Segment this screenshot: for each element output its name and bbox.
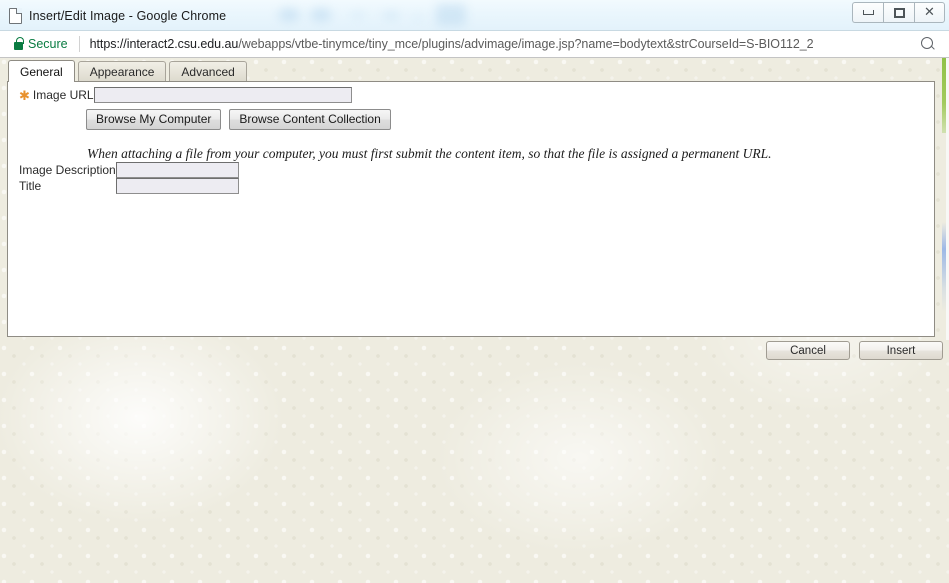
magnifier-icon[interactable] <box>920 36 937 53</box>
maximize-icon <box>893 7 905 18</box>
insert-button[interactable]: Insert <box>859 341 943 360</box>
tab-general-label: General <box>20 64 63 79</box>
attach-file-help-text: When attaching a file from your computer… <box>87 146 772 161</box>
url-path: /webapps/vtbe-tinymce/tiny_mce/plugins/a… <box>238 37 814 51</box>
image-url-label: Image URL <box>32 88 94 102</box>
browse-content-collection-button[interactable]: Browse Content Collection <box>229 109 391 130</box>
browse-my-computer-button[interactable]: Browse My Computer <box>86 109 222 130</box>
close-button[interactable]: ✕ <box>914 2 945 23</box>
address-bar[interactable]: Secure https://interact2.csu.edu.au/weba… <box>0 31 949 58</box>
page-edge-blue-accent <box>942 222 946 312</box>
url-host: https://interact2.csu.edu.au <box>89 37 239 51</box>
titlebar-blur-artifact <box>436 4 466 26</box>
maximize-button[interactable] <box>883 2 914 23</box>
titlebar-blur-artifact <box>350 12 366 18</box>
required-asterisk-icon: ✱ <box>19 87 30 103</box>
dialog-tabstrip: General Appearance Advanced <box>0 60 949 82</box>
background-glow <box>0 308 290 528</box>
title-row: Title <box>19 178 239 194</box>
title-label: Title <box>19 179 42 193</box>
security-label: Secure <box>28 37 68 51</box>
image-description-input[interactable] <box>116 162 239 178</box>
tab-appearance[interactable]: Appearance <box>77 61 167 82</box>
cancel-button[interactable]: Cancel <box>766 341 850 360</box>
tab-appearance-label: Appearance <box>89 65 155 79</box>
background-glow <box>430 358 730 558</box>
window-titlebar: Insert/Edit Image - Google Chrome ✕ <box>0 0 949 31</box>
titlebar-blur-artifact <box>382 12 400 19</box>
tab-advanced[interactable]: Advanced <box>169 61 247 82</box>
title-input[interactable] <box>116 178 239 194</box>
page-document-icon <box>9 7 22 24</box>
tab-advanced-label: Advanced <box>181 65 235 79</box>
omnibox-divider <box>78 36 80 52</box>
dialog-footer-actions: Cancel Insert <box>766 341 943 360</box>
titlebar-blur-artifact <box>310 8 332 22</box>
url-text[interactable]: https://interact2.csu.edu.au/webapps/vtb… <box>90 37 920 51</box>
titlebar-left-group: Insert/Edit Image - Google Chrome <box>9 0 226 31</box>
security-indicator[interactable]: Secure <box>14 36 68 51</box>
titlebar-blur-artifact <box>412 15 424 20</box>
browse-buttons-row: Browse My Computer Browse Content Collec… <box>86 109 391 130</box>
image-url-row: ✱ Image URL <box>19 87 352 103</box>
lock-icon <box>14 36 24 50</box>
dialog-content-panel: ✱ Image URL Browse My Computer Browse Co… <box>7 81 935 337</box>
image-description-row: Image Description <box>19 162 239 178</box>
minimize-icon <box>862 10 874 15</box>
browser-window: Insert/Edit Image - Google Chrome ✕ Secu… <box>0 0 949 583</box>
minimize-button[interactable] <box>852 2 883 23</box>
image-url-input[interactable] <box>93 87 352 103</box>
window-title: Insert/Edit Image - Google Chrome <box>29 8 227 23</box>
window-controls: ✕ <box>852 2 945 23</box>
titlebar-blur-artifact <box>278 8 300 22</box>
close-icon: ✕ <box>924 5 935 20</box>
tab-general[interactable]: General <box>8 60 75 82</box>
image-description-label: Image Description <box>19 163 116 177</box>
